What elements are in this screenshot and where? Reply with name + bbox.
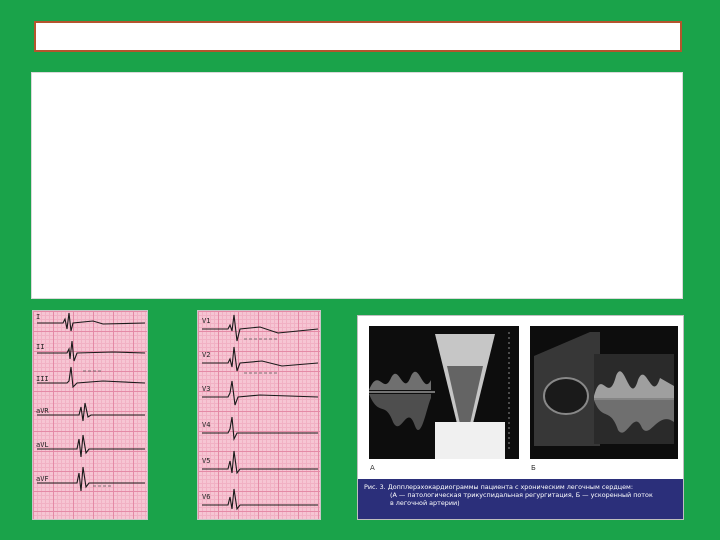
caption-line: в легочной артерии) (390, 499, 460, 507)
ecg-limb-leads-image: I II III aVR aVL aVF (32, 310, 148, 520)
slide-title-box (34, 21, 682, 52)
lead-label: V1 (202, 317, 211, 325)
lead-label: aVF (36, 475, 49, 483)
ecg-limb-traces (37, 312, 146, 492)
lead-label: V2 (202, 351, 211, 359)
doppler-image-a (369, 326, 519, 459)
lead-label: II (36, 343, 45, 351)
lead-label: V4 (202, 421, 211, 429)
ecg-chest-leads-image: V1 V2 V3 V4 V5 V6 (197, 310, 321, 520)
figure-caption: Рис. 3. Допплерэхокардиограммы пациента … (358, 479, 683, 519)
ecg-chest-traces (202, 314, 319, 511)
lead-label: V6 (202, 493, 211, 501)
lead-label: V3 (202, 385, 211, 393)
lead-label: I (36, 313, 41, 321)
lead-label: aVL (36, 441, 49, 449)
figure-label-a: А (370, 464, 375, 472)
lead-label: V5 (202, 457, 211, 465)
figure-label-b: Б (531, 464, 536, 472)
caption-line: (А — патологическая трикуспидальная регу… (390, 491, 653, 499)
doppler-figure: А Б Рис. 3. Допплерэхокардиограммы пацие… (357, 315, 684, 520)
caption-line: Рис. 3. Допплерэхокардиограммы пациента … (364, 483, 634, 491)
doppler-image-b (530, 326, 678, 459)
lead-label: III (36, 375, 49, 383)
slide-content-box (31, 72, 683, 299)
lead-label: aVR (36, 407, 49, 415)
